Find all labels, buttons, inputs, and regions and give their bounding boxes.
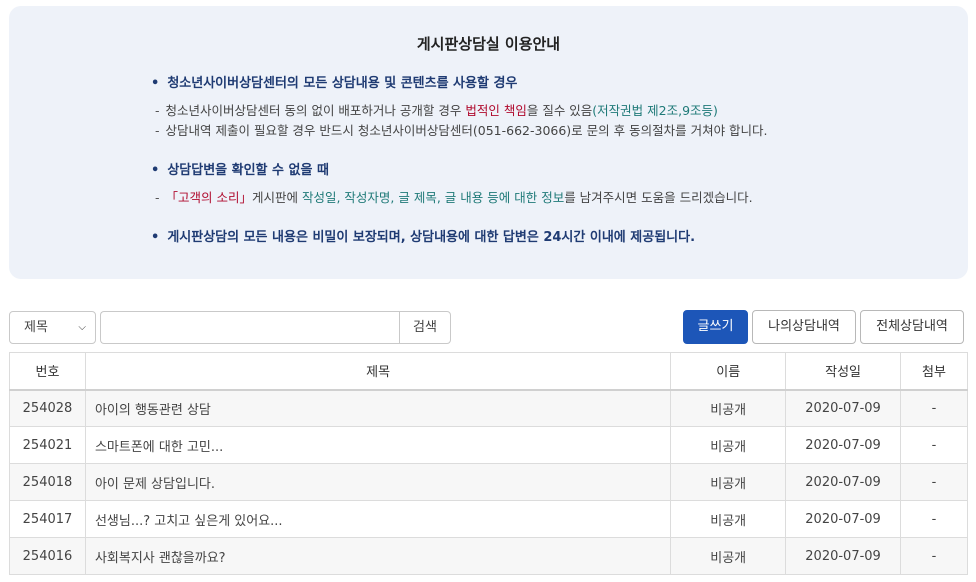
cell-name: 비공개: [670, 537, 787, 575]
table-row[interactable]: 254021 스마트폰에 대한 고민... 비공개 2020-07-09 -: [9, 426, 968, 464]
header-name: 이름: [670, 352, 787, 391]
cell-number: 254028: [9, 389, 86, 427]
header-attachment: 첨부: [900, 352, 968, 391]
notice-item-content-usage: • 청소년사이버상담센터의 모든 상담내용 및 콘텐츠를 사용할 경우: [151, 76, 518, 91]
copyright-law-text: (저작권법 제2조,9조등): [592, 103, 718, 118]
search-button[interactable]: 검색: [399, 311, 451, 344]
my-history-button[interactable]: 나의상담내역: [752, 310, 856, 344]
cell-attachment: -: [900, 500, 968, 538]
cell-attachment: -: [900, 426, 968, 464]
table-header-row: 번호 제목 이름 작성일 첨부: [9, 352, 968, 391]
write-button[interactable]: 글쓰기: [683, 310, 748, 344]
notice-line-customer-voice: - 「고객의 소리」게시판에 작성일, 작성자명, 글 제목, 글 내용 등에 대…: [155, 190, 753, 205]
bullet-icon: •: [151, 230, 160, 245]
notice-title: 게시판상담실 이용안내: [416, 35, 561, 53]
post-title-link[interactable]: 사회복지사 괜찮을까요?: [84, 537, 672, 575]
chevron-down-icon: ⌵: [78, 322, 86, 333]
table-row[interactable]: 254016 사회복지사 괜찮을까요? 비공개 2020-07-09 -: [9, 537, 968, 575]
table-row[interactable]: 254018 아이 문제 상담입니다. 비공개 2020-07-09 -: [9, 463, 968, 501]
post-title-link[interactable]: 스마트폰에 대한 고민...: [84, 426, 672, 464]
notice-item-privacy: • 게시판상담의 모든 내용은 비밀이 보장되며, 상담내용에 대한 답변은 24…: [151, 230, 696, 245]
table-row[interactable]: 254028 아이의 행동관련 상담 비공개 2020-07-09 -: [9, 389, 968, 427]
bullet-icon: •: [151, 163, 160, 178]
legal-liability-text: 법적인 책임: [465, 103, 527, 118]
post-title-link[interactable]: 선생님...? 고치고 싶은게 있어요...: [84, 500, 672, 538]
notice-panel: 게시판상담실 이용안내 • 청소년사이버상담센터의 모든 상담내용 및 콘텐츠를 …: [9, 6, 968, 279]
notice-line-distribution: - 청소년사이버상담센터 동의 없이 배포하거나 공개할 경우 법적인 책임을 질…: [155, 103, 718, 118]
cell-name: 비공개: [670, 389, 787, 427]
cell-name: 비공개: [670, 463, 787, 501]
post-title-link[interactable]: 아이의 행동관련 상담: [84, 389, 672, 427]
search-input[interactable]: [100, 311, 401, 344]
cell-date: 2020-07-09: [785, 537, 902, 575]
cell-attachment: -: [900, 463, 968, 501]
cell-name: 비공개: [670, 426, 787, 464]
search-field-select[interactable]: 제목 ⌵: [9, 311, 96, 344]
cell-number: 254017: [9, 500, 86, 538]
header-number: 번호: [9, 352, 86, 391]
bullet-icon: •: [151, 76, 160, 91]
cell-attachment: -: [900, 537, 968, 575]
customer-voice-link[interactable]: 「고객의 소리」: [166, 190, 252, 205]
cell-number: 254016: [9, 537, 86, 575]
post-title-link[interactable]: 아이 문제 상담입니다.: [84, 463, 672, 501]
board-table: 번호 제목 이름 작성일 첨부 254028 아이의 행동관련 상담 비공개 2…: [9, 352, 968, 575]
header-date: 작성일: [785, 352, 902, 391]
cell-date: 2020-07-09: [785, 500, 902, 538]
header-subject: 제목: [84, 352, 672, 391]
all-history-button[interactable]: 전체상담내역: [860, 310, 964, 344]
table-row[interactable]: 254017 선생님...? 고치고 싶은게 있어요... 비공개 2020-0…: [9, 500, 968, 538]
cell-number: 254021: [9, 426, 86, 464]
cell-number: 254018: [9, 463, 86, 501]
cell-attachment: -: [900, 389, 968, 427]
notice-item-answer-check: • 상담답변을 확인할 수 없을 때: [151, 163, 329, 178]
notice-line-submission: - 상담내역 제출이 필요할 경우 반드시 청소년사이버상담센터(051-662-…: [155, 123, 768, 138]
cell-date: 2020-07-09: [785, 389, 902, 427]
cell-date: 2020-07-09: [785, 426, 902, 464]
cell-name: 비공개: [670, 500, 787, 538]
cell-date: 2020-07-09: [785, 463, 902, 501]
